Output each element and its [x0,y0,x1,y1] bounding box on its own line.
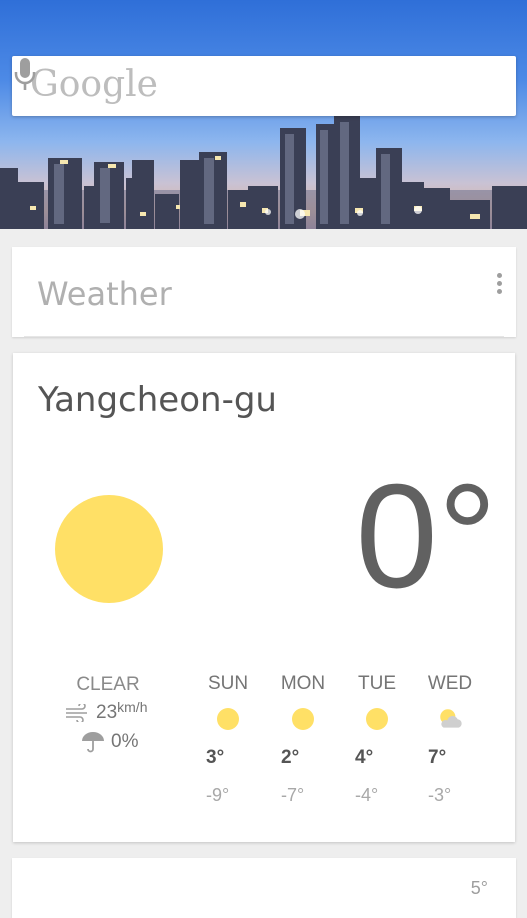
wind-icon [66,704,87,722]
header-background: Google [0,0,527,229]
microphone-icon[interactable] [12,56,38,92]
day-name: TUE [358,673,396,694]
next-card-text: 5° [470,878,488,898]
more-vertical-icon[interactable] [494,273,504,297]
sun-icon [366,708,388,730]
high-temp: 4° [355,747,374,768]
low-temp: -4° [355,785,379,805]
precipitation-chance: 0% [111,731,139,752]
wind-unit: km/h [117,699,148,715]
weather-condition: CLEAR [76,674,140,695]
day-name: WED [427,673,473,694]
search-bar[interactable]: Google [12,56,516,116]
low-temp: -7° [281,785,305,805]
partly-cloudy-icon [440,709,462,728]
low-temp: -9° [206,785,230,805]
umbrella-icon [82,732,104,753]
weather-card[interactable]: Yangcheon-gu 0° CLEAR 23km/h 0% SUN 3° -… [13,353,515,842]
location-name: Yangcheon-gu [38,380,277,420]
current-temperature: 0° [355,454,498,619]
google-logo: Google [30,64,158,105]
high-temp: 3° [206,747,225,768]
day-name: MON [280,673,326,694]
divider [24,336,504,337]
day-name: SUN [207,673,249,694]
high-temp: 7° [428,747,447,768]
sun-icon [55,495,163,603]
wind-speed-value: 23 [96,702,118,723]
weather-card-title: Weather [37,275,172,313]
next-card[interactable]: 5° [12,858,516,918]
sun-icon [292,708,314,730]
sun-icon [217,708,239,730]
high-temp: 2° [281,747,300,768]
wind-speed: 23km/h [96,699,148,724]
weather-header-card: Weather [12,247,516,337]
low-temp: -3° [428,785,452,805]
